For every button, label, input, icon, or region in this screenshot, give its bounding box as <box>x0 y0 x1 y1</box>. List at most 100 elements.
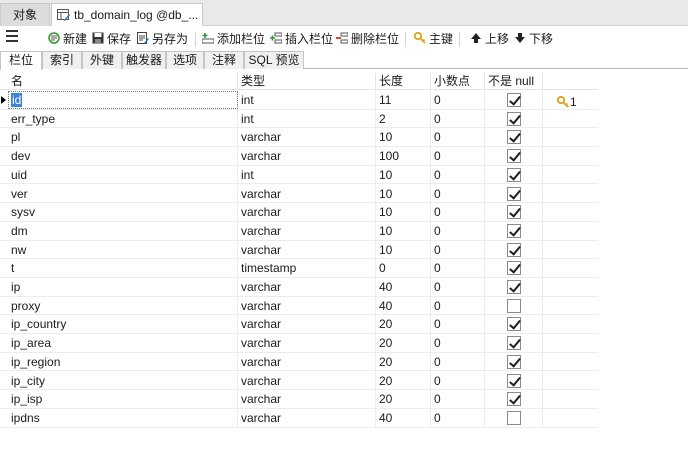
field-decimals-cell[interactable]: 0 <box>431 184 485 203</box>
not-null-checkbox[interactable] <box>507 186 521 201</box>
field-length-cell[interactable]: 40 <box>376 296 431 315</box>
not-null-checkbox[interactable] <box>507 130 521 145</box>
field-name-cell[interactable]: ip_city <box>8 371 238 390</box>
table-row[interactable]: t timestamp 0 0 <box>0 259 598 278</box>
not-null-checkbox[interactable] <box>507 354 521 369</box>
field-type-cell[interactable]: varchar <box>238 147 376 166</box>
field-type-cell[interactable]: varchar <box>238 128 376 147</box>
field-name-cell[interactable]: ip_isp <box>8 390 238 409</box>
field-decimals-cell[interactable]: 0 <box>431 147 485 166</box>
tab-options[interactable]: 选项 <box>166 51 204 69</box>
tab-foreign-keys[interactable]: 外键 <box>82 51 122 69</box>
not-null-checkbox[interactable] <box>507 205 521 220</box>
field-name-cell[interactable]: dev <box>8 147 238 166</box>
not-null-checkbox[interactable] <box>507 223 521 238</box>
field-decimals-cell[interactable]: 0 <box>431 221 485 240</box>
not-null-checkbox[interactable] <box>507 410 521 425</box>
table-row[interactable]: ipdns varchar 40 0 <box>0 408 598 428</box>
field-type-cell[interactable]: varchar <box>238 315 376 334</box>
field-type-cell[interactable]: varchar <box>238 184 376 203</box>
column-header-not-null[interactable]: 不是 null <box>485 73 543 90</box>
column-header-decimals[interactable]: 小数点 <box>431 73 485 90</box>
field-decimals-cell[interactable]: 0 <box>431 278 485 296</box>
field-name-cell[interactable]: proxy <box>8 296 238 315</box>
save-as-button[interactable]: 另存为 <box>137 31 188 48</box>
field-name-cell[interactable]: ip_region <box>8 352 238 371</box>
not-null-checkbox[interactable] <box>507 392 521 407</box>
field-length-cell[interactable]: 20 <box>376 334 431 353</box>
field-type-cell[interactable]: timestamp <box>238 259 376 278</box>
move-down-button[interactable]: 下移 <box>514 31 553 48</box>
field-type-cell[interactable]: varchar <box>238 352 376 371</box>
table-row[interactable]: pl varchar 10 0 <box>0 128 598 148</box>
table-row[interactable]: uid int 10 0 <box>0 165 598 185</box>
field-name-cell[interactable]: nw <box>8 240 238 259</box>
field-type-cell[interactable]: varchar <box>238 334 376 353</box>
field-type-cell[interactable]: int <box>238 109 376 128</box>
table-row[interactable]: dev varchar 100 0 <box>0 147 598 166</box>
field-decimals-cell[interactable]: 0 <box>431 91 485 109</box>
field-decimals-cell[interactable]: 0 <box>431 408 485 427</box>
field-length-cell[interactable]: 10 <box>376 184 431 203</box>
field-length-cell[interactable]: 10 <box>376 240 431 259</box>
field-type-cell[interactable]: varchar <box>238 221 376 240</box>
field-decimals-cell[interactable]: 0 <box>431 128 485 147</box>
table-row[interactable]: sysv varchar 10 0 <box>0 203 598 222</box>
column-header-name[interactable]: 名 <box>8 73 238 90</box>
field-decimals-cell[interactable]: 0 <box>431 259 485 278</box>
table-row[interactable]: ip_region varchar 20 0 <box>0 352 598 372</box>
tab-indexes[interactable]: 索引 <box>42 51 82 69</box>
save-button[interactable]: 保存 <box>92 31 131 48</box>
field-name-cell[interactable]: ip_country <box>8 315 238 334</box>
table-row[interactable]: err_type int 2 0 <box>0 109 598 129</box>
field-type-cell[interactable]: varchar <box>238 408 376 427</box>
table-row[interactable]: ip_isp varchar 20 0 <box>0 390 598 409</box>
tab-triggers[interactable]: 触发器 <box>122 51 166 69</box>
not-null-checkbox[interactable] <box>507 261 521 276</box>
not-null-checkbox[interactable] <box>507 298 521 313</box>
field-type-cell[interactable]: varchar <box>238 371 376 390</box>
field-decimals-cell[interactable]: 0 <box>431 390 485 409</box>
field-decimals-cell[interactable]: 0 <box>431 203 485 222</box>
field-name-cell[interactable]: sysv <box>8 203 238 222</box>
field-decimals-cell[interactable]: 0 <box>431 334 485 353</box>
field-type-cell[interactable]: varchar <box>238 240 376 259</box>
field-length-cell[interactable]: 20 <box>376 390 431 409</box>
field-name-cell[interactable]: pl <box>8 128 238 147</box>
field-decimals-cell[interactable]: 0 <box>431 240 485 259</box>
field-decimals-cell[interactable]: 0 <box>431 371 485 390</box>
field-length-cell[interactable]: 11 <box>376 91 431 109</box>
not-null-checkbox[interactable] <box>507 167 521 182</box>
field-name-cell[interactable]: ver <box>8 184 238 203</box>
field-length-cell[interactable]: 10 <box>376 221 431 240</box>
field-name-cell[interactable]: ip <box>8 278 238 296</box>
not-null-checkbox[interactable] <box>507 93 521 107</box>
field-length-cell[interactable]: 20 <box>376 371 431 390</box>
field-length-cell[interactable]: 100 <box>376 147 431 166</box>
table-row[interactable]: id int 11 0 1 <box>0 91 598 110</box>
table-row[interactable]: ip_area varchar 20 0 <box>0 334 598 353</box>
field-decimals-cell[interactable]: 0 <box>431 315 485 334</box>
delete-field-button[interactable]: 删除栏位 <box>336 31 399 48</box>
field-decimals-cell[interactable]: 0 <box>431 296 485 315</box>
field-length-cell[interactable]: 0 <box>376 259 431 278</box>
table-row[interactable]: ip_country varchar 20 0 <box>0 315 598 335</box>
field-type-cell[interactable]: varchar <box>238 278 376 296</box>
tab-sql-preview[interactable]: SQL 预览 <box>244 51 304 69</box>
add-field-button[interactable]: 添加栏位 <box>201 31 265 48</box>
field-type-cell[interactable]: int <box>238 91 376 109</box>
table-row[interactable]: ver varchar 10 0 <box>0 184 598 204</box>
field-name-cell[interactable]: t <box>8 259 238 278</box>
field-length-cell[interactable]: 10 <box>376 165 431 184</box>
field-type-cell[interactable]: int <box>238 165 376 184</box>
table-row[interactable]: proxy varchar 40 0 <box>0 296 598 316</box>
field-name-cell[interactable]: uid <box>8 165 238 184</box>
field-length-cell[interactable]: 40 <box>376 278 431 296</box>
insert-field-button[interactable]: 插入栏位 <box>270 31 333 48</box>
field-length-cell[interactable]: 2 <box>376 109 431 128</box>
field-length-cell[interactable]: 20 <box>376 352 431 371</box>
not-null-checkbox[interactable] <box>507 317 521 332</box>
field-length-cell[interactable]: 40 <box>376 408 431 427</box>
not-null-checkbox[interactable] <box>507 336 521 351</box>
field-name-cell[interactable]: ip_area <box>8 334 238 353</box>
